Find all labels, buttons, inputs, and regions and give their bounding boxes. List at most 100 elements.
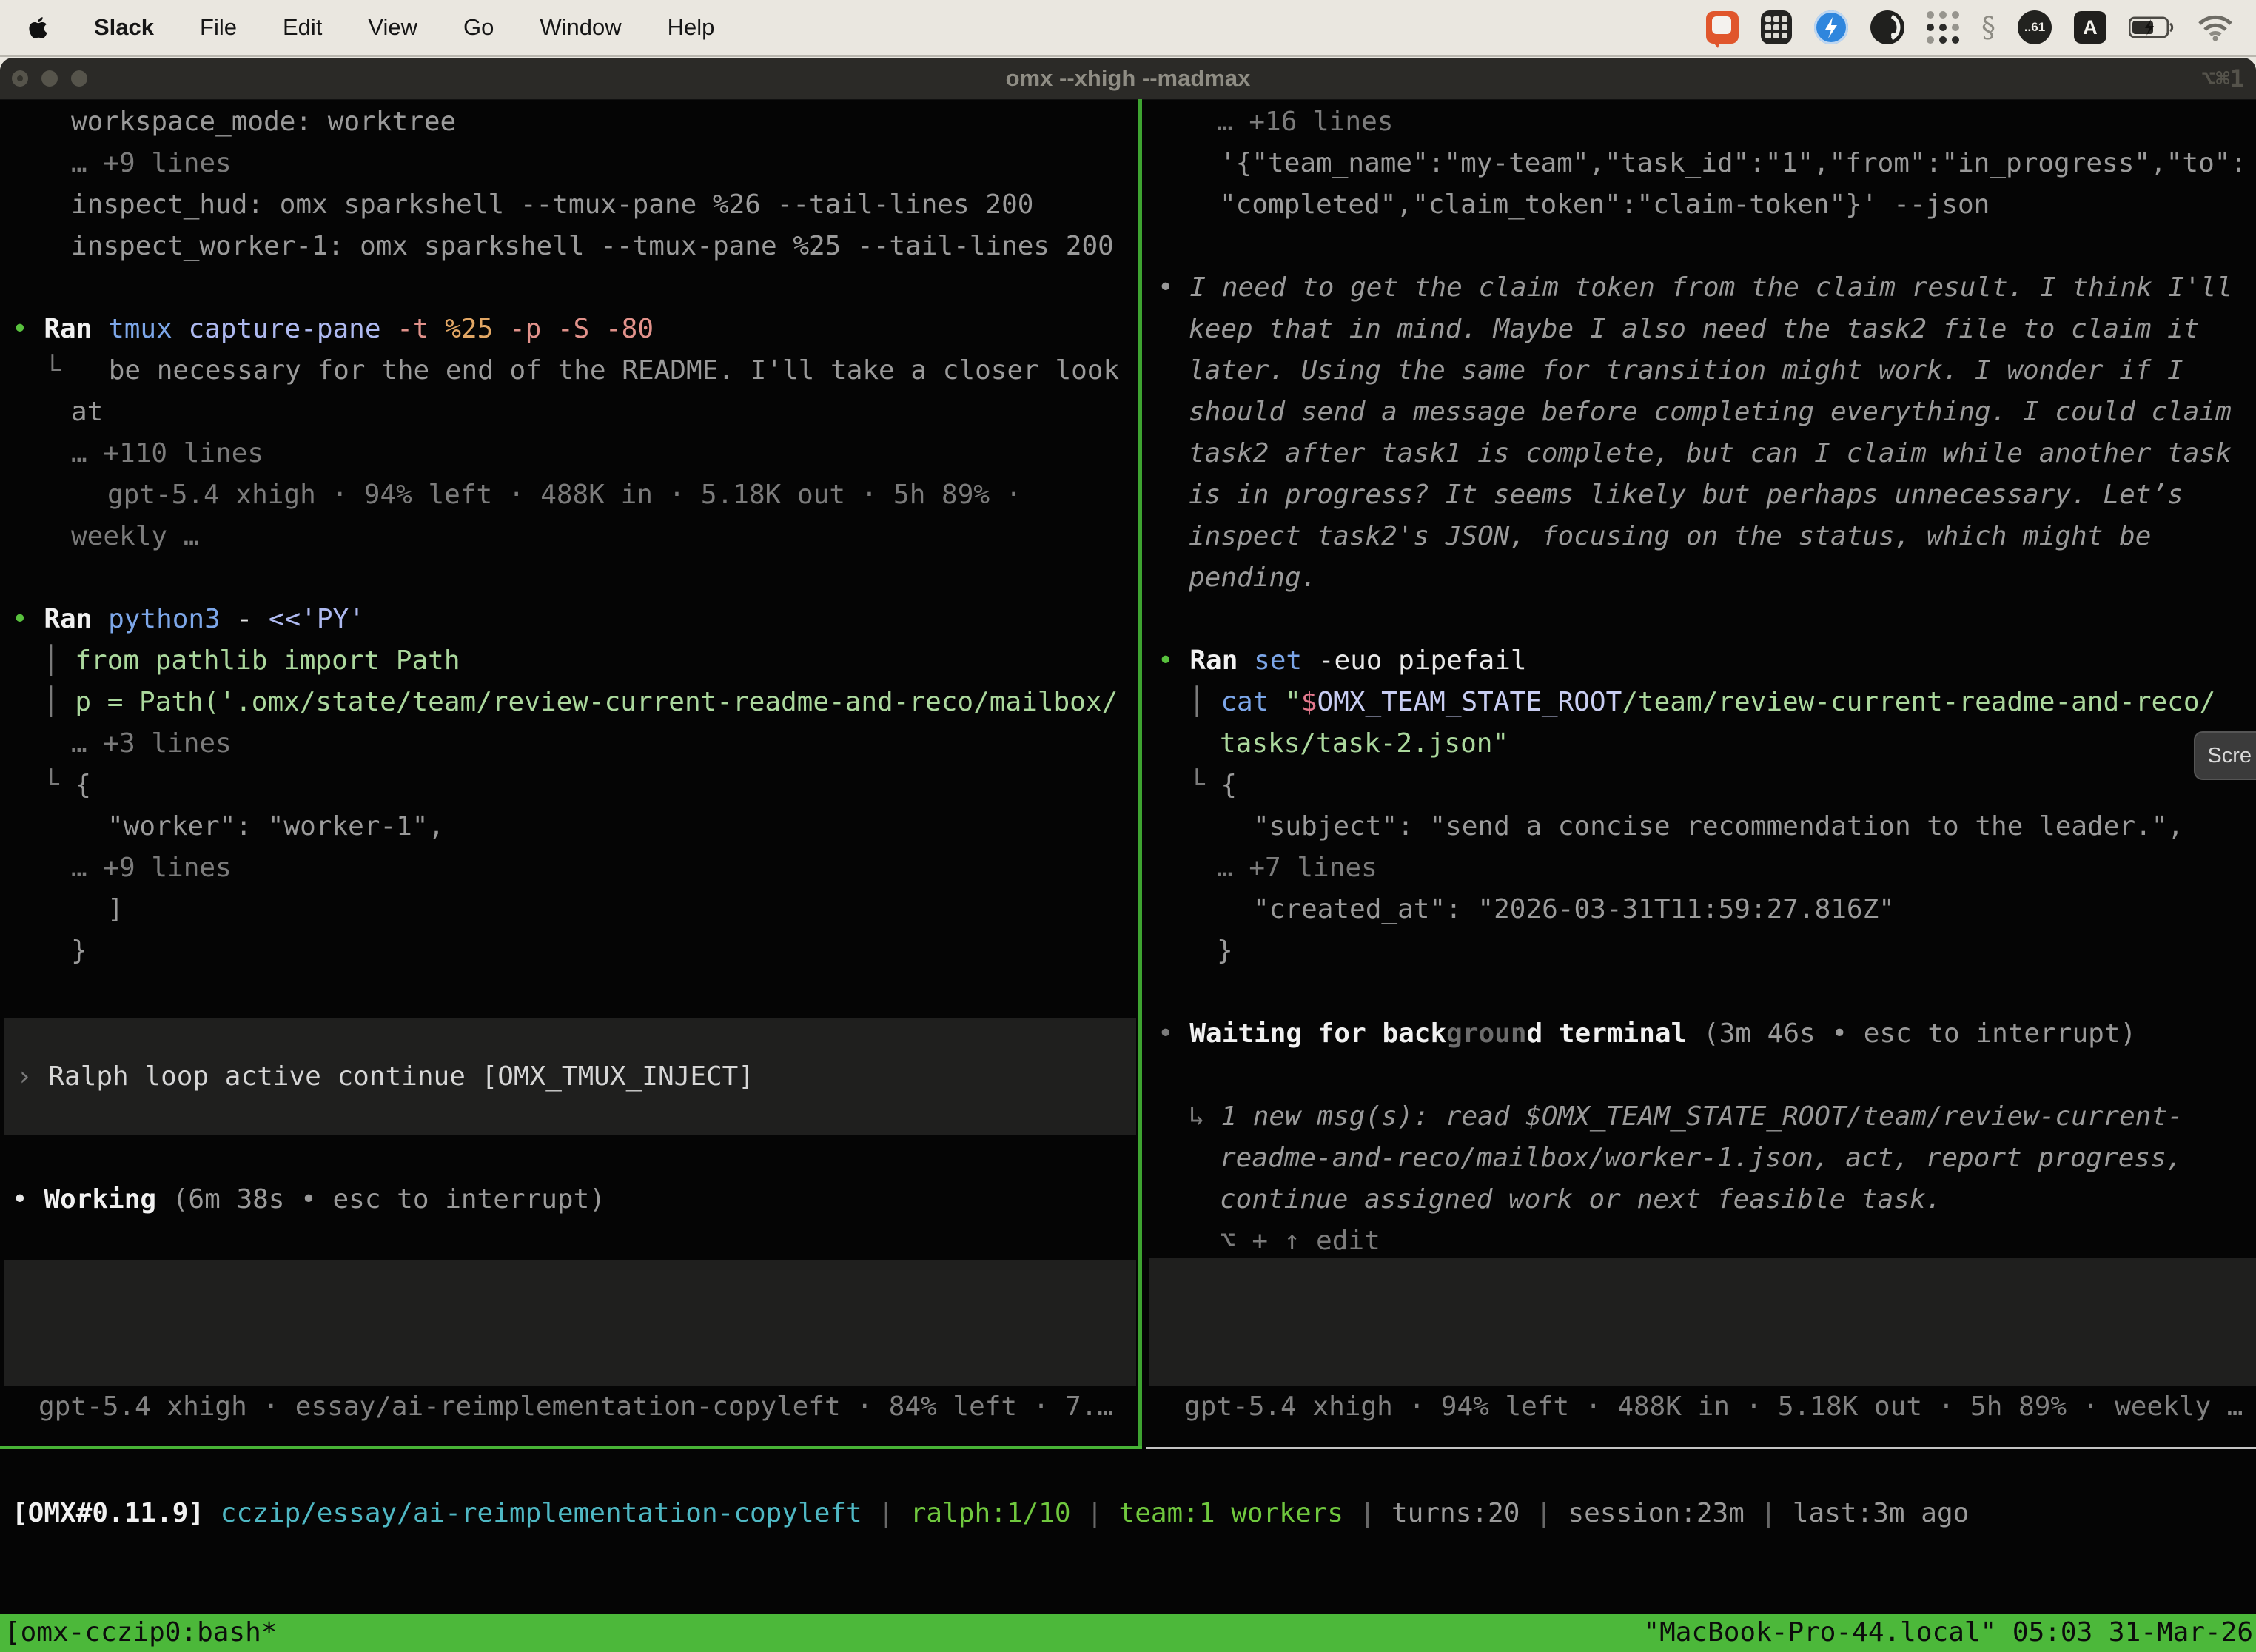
- menu-item-edit[interactable]: Edit: [283, 14, 322, 41]
- terminal-text: should send a message before completing …: [1189, 397, 2232, 427]
- menu-item-app[interactable]: Slack: [94, 14, 154, 41]
- terminal-text: cczip/essay/ai-reimplementation-copyleft: [221, 1498, 862, 1528]
- terminal-line: • Ran python3 - <<'PY': [0, 599, 1138, 640]
- terminal-text: cat: [1221, 687, 1285, 717]
- terminal-text: (6m 38s • esc to interrupt): [172, 1184, 605, 1215]
- terminal-line: later. Using the same for transition mig…: [1146, 350, 2256, 392]
- terminal-text: tmux: [108, 314, 188, 344]
- terminal-line: "completed","claim_token":"claim-token"}…: [1146, 184, 2256, 226]
- terminal-text: }: [71, 936, 87, 966]
- terminal-line: keep that in mind. Maybe I also need the…: [1146, 309, 2256, 350]
- terminal-text: [OMX#0.11.9]: [12, 1498, 221, 1528]
- terminal-line: ]: [0, 889, 1138, 930]
- terminal-line: [1146, 226, 2256, 267]
- terminal-line: "subject": "send a concise recommendatio…: [1146, 806, 2256, 847]
- terminal-line: [0, 557, 1138, 599]
- terminal-text: I need to get the claim token from the c…: [1189, 272, 2232, 303]
- menu-item-window[interactable]: Window: [540, 14, 621, 41]
- terminal-text: OMX_TEAM_STATE_ROOT: [1317, 687, 1622, 717]
- terminal-text: Ran: [44, 604, 108, 634]
- terminal-text: Ralph loop active continue [OMX_TMUX_INJ…: [48, 1061, 754, 1092]
- terminal-text: inspect_hud: omx sparkshell --tmux-pane …: [71, 189, 1033, 220]
- terminal-line: [1146, 972, 2256, 1013]
- menu-bar: Slack File Edit View Go Window Help § ..…: [0, 0, 2256, 57]
- terminal-text: $: [1301, 687, 1317, 717]
- terminal-line: at: [0, 392, 1138, 433]
- terminal-text: |: [1071, 1498, 1119, 1528]
- terminal-text: ⌥ + ↑ edit: [1220, 1226, 1380, 1256]
- terminal-text: -t: [397, 314, 445, 344]
- menu-items: Slack File Edit View Go Window Help: [94, 14, 714, 41]
- terminal-text: pending.: [1189, 563, 1317, 593]
- chat-app-icon[interactable]: [1706, 10, 1739, 45]
- menu-item-view[interactable]: View: [368, 14, 417, 41]
- dark-circle-icon[interactable]: [1870, 10, 1904, 45]
- battery-percent-badge[interactable]: ..61: [2018, 10, 2052, 45]
- omx-status-line: [OMX#0.11.9] cczip/essay/ai-reimplementa…: [0, 1493, 2256, 1534]
- battery-icon[interactable]: [2129, 10, 2175, 45]
- terminal-text: •: [12, 314, 44, 344]
- terminal-text: … +110 lines: [71, 438, 263, 469]
- dots-grid-icon[interactable]: [1927, 10, 1959, 45]
- terminal-line: │ p = Path('.omx/state/team/review-curre…: [0, 682, 1138, 723]
- keypad-shield-icon[interactable]: [1761, 10, 1792, 45]
- menu-item-help[interactable]: Help: [668, 14, 715, 41]
- terminal-line: pending.: [1146, 557, 2256, 599]
- terminal-line: ↳ 1 new msg(s): read $OMX_TEAM_STATE_ROO…: [1146, 1096, 2256, 1138]
- right-pane-border: [1146, 1447, 2256, 1449]
- terminal-text: d terminal: [1527, 1018, 1688, 1049]
- terminal-text: [1687, 1018, 1703, 1049]
- terminal-text: }: [1217, 936, 1233, 966]
- terminal-text: •: [12, 604, 44, 634]
- terminal-text: -: [236, 604, 268, 634]
- menu-item-file[interactable]: File: [200, 14, 237, 41]
- terminal-text: "subject": "send a concise recommendatio…: [1253, 811, 2183, 842]
- window-shortcut-hint: ⌥⌘1: [2201, 58, 2244, 99]
- terminal-line: should send a message before completing …: [1146, 392, 2256, 433]
- terminal-text: inspect task2's JSON, focusing on the st…: [1189, 521, 2151, 551]
- right-input-box[interactable]: › Explain this codebase: [1149, 1258, 2256, 1386]
- terminal-line: [1146, 599, 2256, 640]
- terminal-text: workspace_mode: worktree: [71, 107, 456, 137]
- blue-badge-icon[interactable]: [1814, 10, 1848, 45]
- terminal-text: turns:20: [1391, 1498, 1520, 1528]
- terminal-text: "worker": "worker-1",: [107, 811, 444, 842]
- wifi-icon[interactable]: [2197, 10, 2234, 45]
- apple-menu-icon[interactable]: [28, 16, 48, 40]
- terminal-line: … +9 lines: [0, 847, 1138, 889]
- window-title-bar[interactable]: omx --xhigh --madmax ⌥⌘1: [0, 58, 2256, 100]
- menu-item-go[interactable]: Go: [463, 14, 494, 41]
- terminal-line: gpt-5.4 xhigh · 94% left · 488K in · 5.1…: [0, 474, 1138, 516]
- terminal-line: … +16 lines: [1146, 101, 2256, 143]
- left-input-box[interactable]: › Improve documentation in @filename: [4, 1260, 1136, 1386]
- squiggle-icon[interactable]: §: [1981, 10, 1995, 45]
- terminal-text: {: [1221, 770, 1237, 800]
- terminal-text: … +16 lines: [1217, 107, 1393, 137]
- pane-divider[interactable]: [1138, 99, 1142, 1449]
- terminal-text: tasks/task-2.json": [1220, 728, 1508, 759]
- terminal-text: |: [1343, 1498, 1391, 1528]
- terminal-text: Waiting for back: [1189, 1018, 1446, 1049]
- terminal-text: └: [1189, 770, 1221, 800]
- terminal-text: be necessary for the end of the README. …: [109, 355, 1119, 386]
- terminal-line: task2 after task1 is complete, but can I…: [1146, 433, 2256, 474]
- terminal-line: }: [0, 930, 1138, 972]
- terminal-text: later. Using the same for transition mig…: [1189, 355, 2183, 386]
- terminal-text: <<'PY': [269, 604, 365, 634]
- terminal-text: │: [43, 645, 75, 676]
- terminal-text: team:1 workers: [1119, 1498, 1343, 1528]
- terminal-line: … +3 lines: [0, 723, 1138, 765]
- input-source-icon[interactable]: A: [2074, 10, 2106, 45]
- tmux-status-bar: [omx-cczip0:bash* "MacBook-Pro-44.local"…: [0, 1614, 2256, 1652]
- terminal-line: inspect task2's JSON, focusing on the st…: [1146, 516, 2256, 557]
- terminal-window: omx --xhigh --madmax ⌥⌘1 workspace_mode:…: [0, 58, 2256, 1652]
- terminal-line: … +7 lines: [1146, 847, 2256, 889]
- terminal-line: • I need to get the claim token from the…: [1146, 267, 2256, 309]
- terminal-line: └ be necessary for the end of the README…: [0, 350, 1138, 392]
- terminal-line: "created_at": "2026-03-31T11:59:27.816Z": [1146, 889, 2256, 930]
- terminal-text: {: [75, 770, 91, 800]
- terminal-text: •: [1158, 645, 1189, 676]
- terminal-text: is in progress? It seems likely but perh…: [1189, 480, 2183, 510]
- terminal-text: python3: [108, 604, 236, 634]
- right-input-line: › Explain this codebase: [1149, 1303, 2256, 1344]
